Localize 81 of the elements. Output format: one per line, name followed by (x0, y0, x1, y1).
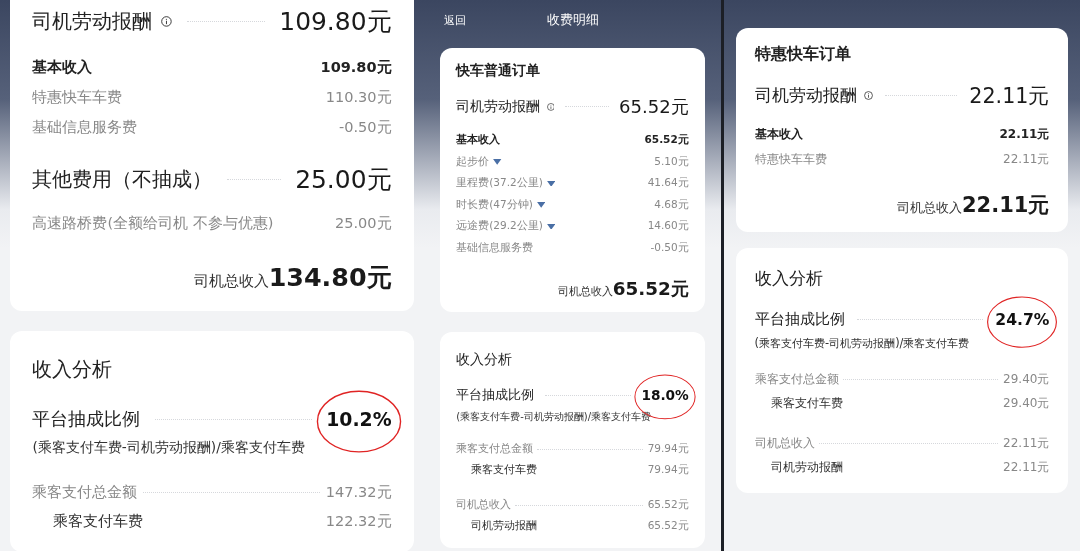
analysis-label: 司机劳动报酬 (771, 458, 844, 476)
fee-label: 远途费(29.2公里) (456, 219, 543, 234)
other-fees-amount: 25.00元 (295, 163, 392, 196)
labor-pay-amount: 109.80元 (279, 5, 392, 38)
analysis-label: 乘客支付车费 (771, 395, 844, 413)
analysis-amount: 65.52元 (647, 498, 689, 513)
analysis-label: 乘客支付车费 (470, 463, 537, 478)
caret-icon[interactable] (547, 180, 556, 187)
caret-icon[interactable] (537, 202, 546, 208)
analysis-label: 乘客支付车费 (52, 511, 143, 531)
fee-label: 特惠快车车费 (32, 88, 123, 108)
total-income-label: 司机总收入 (193, 271, 269, 293)
fee-label: 特惠快车车费 (754, 150, 827, 168)
fee-amount: 22.11元 (999, 126, 1050, 144)
info-icon[interactable] (863, 91, 873, 101)
page-title: 收费明细 (546, 11, 599, 29)
labor-pay-label: 司机劳动报酬 (754, 84, 857, 107)
analysis-label: 司机总收入 (754, 434, 815, 452)
fee-label: 里程费(37.2公里) (456, 176, 543, 191)
fee-amount: 5.10元 (654, 154, 689, 169)
analysis-amount: 147.32元 (325, 482, 392, 502)
fee-amount: 14.60元 (647, 219, 689, 234)
fee-label: 起步价 (456, 154, 490, 169)
analysis-amount: 29.40元 (1003, 371, 1050, 389)
formula-text: (乘客支付车费-司机劳动报酬)/乘客支付车费 (32, 439, 306, 458)
analysis-label: 乘客支付总金额 (32, 482, 138, 502)
fee-label: 基本收入 (32, 58, 93, 78)
total-income-label: 司机总收入 (557, 284, 613, 299)
formula-text: (乘客支付车费-司机劳动报酬)/乘客支付车费 (456, 410, 652, 425)
fee-amount: 4.68元 (654, 197, 689, 212)
analysis-title: 收入分析 (32, 356, 114, 384)
labor-pay-label: 司机劳动报酬 (32, 7, 153, 35)
analysis-title: 收入分析 (456, 349, 514, 369)
commission-ratio-label: 平台抽成比例 (32, 407, 141, 432)
info-icon[interactable] (161, 15, 173, 27)
analysis-amount: 22.11元 (1003, 458, 1050, 476)
analysis-amount: 79.94元 (647, 442, 689, 457)
info-icon[interactable] (546, 102, 555, 111)
fee-amount: 65.52元 (644, 133, 689, 148)
analysis-label: 司机总收入 (456, 498, 512, 513)
fee-amount: -0.50元 (650, 241, 689, 255)
fee-label: 基础信息服务费 (32, 117, 138, 137)
other-fees-label: 其他费用（不抽成） (32, 165, 213, 193)
labor-pay-label: 司机劳动报酬 (456, 97, 541, 117)
fee-label: 基础信息服务费 (456, 241, 534, 255)
fee-label: 基本收入 (456, 133, 501, 148)
commission-ratio: 24.7% (995, 310, 1050, 329)
fee-amount: 109.80元 (320, 58, 392, 78)
back-link[interactable]: 返回 (444, 12, 466, 28)
analysis-label: 司机劳动报酬 (470, 519, 537, 534)
analysis-amount: 65.52元 (647, 519, 689, 534)
formula-text: (乘客支付车费-司机劳动报酬)/乘客支付车费 (754, 336, 971, 351)
labor-pay-amount: 22.11元 (969, 82, 1050, 110)
commission-ratio: 18.0% (641, 387, 689, 404)
total-income-label: 司机总收入 (896, 199, 962, 217)
labor-pay-amount: 65.52元 (619, 94, 689, 119)
commission-ratio-label: 平台抽成比例 (456, 386, 535, 405)
fee-label: 高速路桥费(全额给司机 不参与优惠) (32, 213, 274, 233)
commission-ratio-label: 平台抽成比例 (754, 310, 845, 330)
analysis-label: 乘客支付总金额 (456, 442, 534, 457)
analysis-amount: 22.11元 (1003, 434, 1050, 452)
order-type-title: 快车普通订单 (456, 61, 542, 80)
commission-ratio: 10.2% (326, 408, 392, 430)
fee-label: 基本收入 (754, 126, 803, 144)
fee-amount: 25.00元 (335, 213, 392, 233)
caret-icon[interactable] (547, 223, 556, 230)
fee-amount: 22.11元 (1003, 150, 1050, 168)
fee-label: 时长费(47分钟) (456, 197, 533, 212)
fee-amount: 110.30元 (325, 88, 392, 108)
total-income-amount: 134.80元 (268, 261, 392, 295)
analysis-amount: 122.32元 (325, 511, 392, 531)
total-income-amount: 65.52元 (612, 276, 689, 301)
order-type-title: 特惠快车订单 (754, 43, 852, 65)
analysis-label: 乘客支付总金额 (754, 371, 839, 389)
analysis-title: 收入分析 (754, 268, 824, 291)
analysis-amount: 29.40元 (1003, 395, 1050, 413)
total-income-amount: 22.11元 (961, 191, 1050, 219)
caret-icon[interactable] (493, 159, 502, 165)
fee-amount: -0.50元 (339, 117, 392, 137)
analysis-amount: 79.94元 (647, 463, 689, 478)
fee-amount: 41.64元 (647, 176, 689, 191)
